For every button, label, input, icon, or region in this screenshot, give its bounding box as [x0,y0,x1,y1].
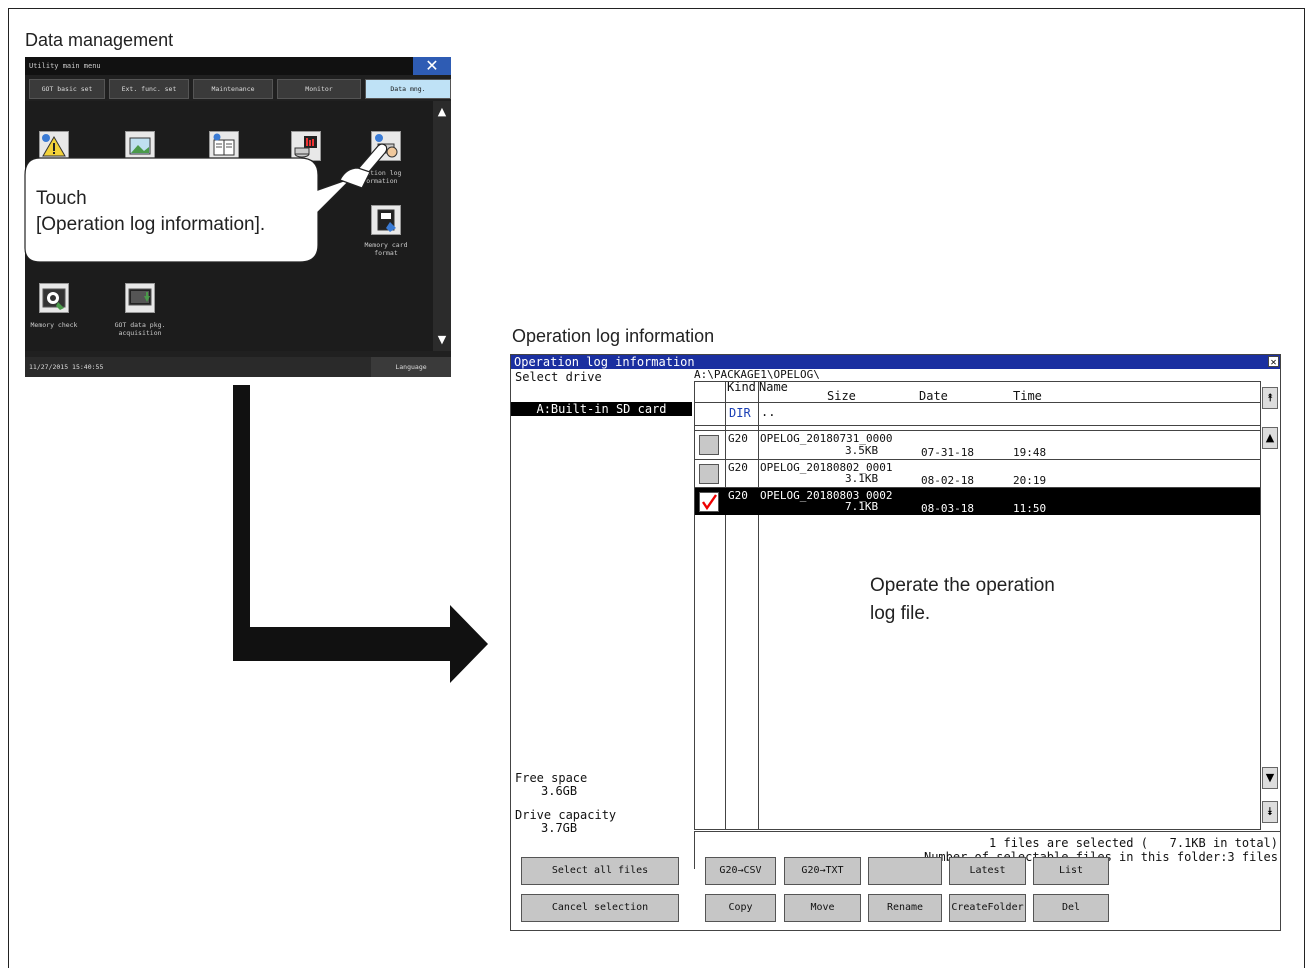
touch-callout-text: Touch [Operation log information]. [36,186,265,238]
operation-log-window: Operation log information ✕ Select drive… [510,354,1281,931]
dir-kind: DIR [729,406,751,420]
file-row[interactable]: G20 OPELOG_20180731_0000 3.5KB 07-31-18 … [695,431,1262,460]
file-size: 7.1KB [845,500,879,513]
header-size: Size [827,389,856,403]
dir-row[interactable]: DIR .. [695,403,1262,426]
operate-callout-line2: log file. [870,603,931,624]
scroll-up-icon[interactable]: ▲ [1262,427,1278,449]
file-date: 07-31-18 [921,446,974,459]
file-date: 08-02-18 [921,474,974,487]
list-button[interactable]: List [1033,857,1109,885]
select-drive-label: Select drive [515,370,602,384]
operate-callout-line1: Operate the operation [870,575,1055,596]
free-space-value: 3.6GB [541,784,578,798]
file-kind: G20 [728,489,748,502]
file-kind: G20 [728,432,748,445]
blank-button[interactable] [868,857,942,885]
move-button[interactable]: Move [784,894,861,922]
current-path: A:\PACKAGE1\OPELOG\ [694,368,820,381]
dir-name: .. [761,405,776,419]
drive-capacity-value: 3.7GB [541,821,578,835]
header-time: Time [1013,389,1042,403]
file-checkbox-checked[interactable] [699,492,719,512]
g20-to-csv-button[interactable]: G20→CSV [705,857,776,885]
selected-files-info: 1 files are selected ( 7.1KB in total) [989,836,1278,850]
header-kind: Kind [727,380,756,394]
delete-button[interactable]: Del [1033,894,1109,922]
file-row[interactable]: G20 OPELOG_20180802_0001 3.1KB 08-02-18 … [695,460,1262,488]
select-all-files-button[interactable]: Select all files [521,857,679,885]
file-kind: G20 [728,461,748,474]
checkmark-icon [702,494,717,511]
scroll-top-icon[interactable]: ⯭ [1262,387,1278,409]
operation-log-info-label: Operation log information [512,326,715,346]
file-size: 3.5KB [845,444,879,457]
header-date: Date [919,389,948,403]
rename-button[interactable]: Rename [868,894,942,922]
touch-callout-line2: [Operation log information]. [36,214,266,235]
window-title: Operation log information [511,355,1280,369]
header-name: Name [759,380,788,394]
touch-callout-line1: Touch [36,188,87,209]
drive-panel: Select drive A:Built-in SD card Free spa… [511,369,694,835]
latest-button[interactable]: Latest [949,857,1026,885]
window-close-icon[interactable]: ✕ [1268,356,1279,368]
drive-item-builtin-sd[interactable]: A:Built-in SD card [511,402,692,416]
file-row-selected[interactable]: G20 OPELOG_20180803_0002 7.1KB 08-03-18 … [695,488,1262,515]
transition-arrow-icon [233,385,488,683]
g20-to-txt-button[interactable]: G20→TXT [784,857,861,885]
file-size: 3.1KB [845,472,879,485]
operate-callout-text: Operate the operation log file. [870,572,1055,628]
copy-button[interactable]: Copy [705,894,776,922]
file-time: 11:50 [1013,502,1047,515]
file-list-scrollbar[interactable]: ⯭ ▲ ▼ ⯯ [1260,381,1280,830]
file-list-header: Kind Name Size Date Time [695,380,1262,403]
file-date: 08-03-18 [921,502,974,515]
cancel-selection-button[interactable]: Cancel selection [521,894,679,922]
create-folder-button[interactable]: CreateFolder [949,894,1026,922]
file-checkbox[interactable] [699,435,719,455]
scroll-bottom-icon[interactable]: ⯯ [1262,801,1278,823]
file-checkbox[interactable] [699,464,719,484]
file-time: 19:48 [1013,446,1047,459]
file-time: 20:19 [1013,474,1047,487]
scroll-down-icon[interactable]: ▼ [1262,767,1278,789]
